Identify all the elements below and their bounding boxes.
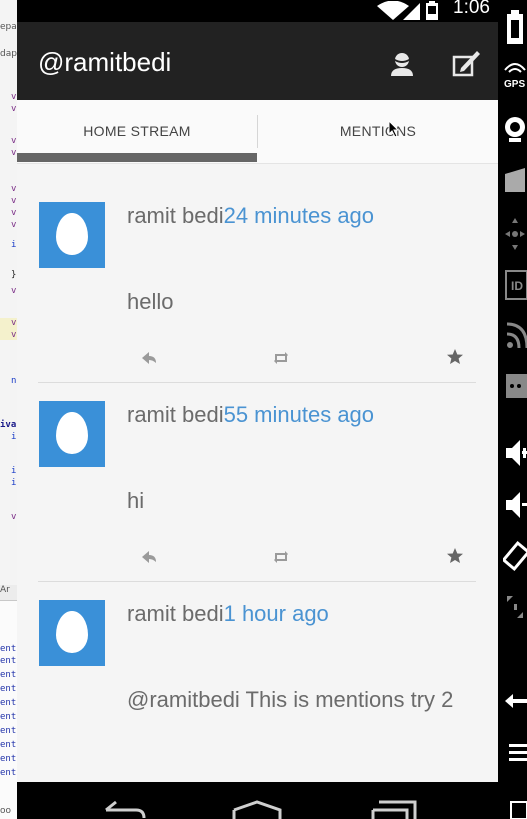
status-time: 1:06	[453, 0, 490, 18]
page-title: @ramitbedi	[38, 47, 172, 77]
ide-fragment: ent	[0, 698, 17, 708]
battery-icon	[426, 1, 438, 20]
recents-nav-icon[interactable]	[371, 798, 417, 819]
ide-fragment: v	[11, 220, 17, 230]
tweet-author: ramit bedi	[127, 203, 224, 228]
tweet-text: @ramitbedi This is mentions try 2	[127, 687, 454, 712]
action-bar: @ramitbedi	[17, 22, 498, 100]
egg-icon	[56, 213, 88, 255]
tweet-text: hello	[127, 289, 174, 314]
ide-fragment: v	[11, 286, 17, 296]
tab-indicator	[17, 153, 257, 162]
ide-fragment: v	[11, 512, 17, 522]
mouse-cursor-icon	[388, 120, 400, 138]
zoom-icon[interactable]	[503, 592, 527, 622]
tweet-author: ramit bedi	[127, 601, 224, 626]
ide-fragment: v	[11, 104, 17, 114]
camera-icon[interactable]	[503, 114, 527, 144]
retweet-icon[interactable]	[272, 349, 290, 367]
favorite-icon[interactable]	[446, 348, 464, 366]
reply-icon[interactable]	[140, 548, 158, 566]
ide-fragment: iva	[0, 420, 17, 430]
avatar[interactable]	[39, 401, 105, 467]
ide-fragment: i	[11, 240, 17, 250]
retweet-icon[interactable]	[272, 548, 290, 566]
ide-fragment: ent	[0, 726, 17, 736]
home-nav-icon[interactable]	[232, 798, 282, 819]
tweet-time: 24 minutes ago	[223, 203, 375, 228]
ide-fragment: ent	[0, 684, 17, 694]
reply-icon[interactable]	[140, 349, 158, 367]
network-icon[interactable]	[503, 320, 527, 360]
signal-icon	[403, 3, 420, 20]
gps-icon[interactable]: GPS	[503, 62, 527, 90]
ide-fragment: n	[11, 376, 17, 386]
tweet-header: ramit bedi24 minutes ago	[127, 203, 374, 229]
rotate-icon[interactable]	[503, 540, 527, 574]
ide-fragment: v	[11, 208, 17, 218]
svg-text:ID: ID	[511, 279, 523, 293]
egg-icon	[56, 412, 88, 454]
ide-fragment: Ar	[0, 585, 10, 595]
ide-fragment: v	[11, 330, 17, 340]
ide-fragment: epa	[0, 22, 17, 32]
app-screen: @ramitbedi HOME STREAM MENTIONS ramit be…	[17, 22, 498, 782]
ide-fragment: dap	[0, 49, 17, 59]
tweet-header: ramit bedi55 minutes ago	[127, 402, 374, 428]
compose-icon[interactable]	[451, 48, 481, 78]
avatar[interactable]	[39, 202, 105, 268]
ide-fragment: v	[11, 136, 17, 146]
divider	[38, 581, 476, 582]
tab-mentions[interactable]: MENTIONS	[258, 100, 498, 163]
ide-fragment: ent	[0, 670, 17, 680]
home-hw-icon[interactable]	[503, 794, 527, 819]
battery-side-icon[interactable]	[503, 10, 527, 46]
ide-fragment: v	[11, 196, 17, 206]
svg-text:GPS: GPS	[504, 79, 525, 90]
back-nav-icon[interactable]	[98, 798, 148, 819]
avatar[interactable]	[39, 600, 105, 666]
menu-hw-icon[interactable]	[503, 738, 527, 768]
ide-fragment: v	[11, 184, 17, 194]
favorite-icon[interactable]	[446, 547, 464, 565]
dpad-icon[interactable]	[503, 216, 527, 252]
back-hw-icon[interactable]	[503, 686, 527, 716]
ide-fragment: i	[11, 478, 17, 488]
ide-fragment: ent	[0, 712, 17, 722]
status-bar: 1:06	[17, 0, 527, 22]
ide-fragment: ent	[0, 644, 17, 654]
id-icon[interactable]: ID	[503, 270, 527, 300]
ide-fragment: i	[11, 432, 17, 442]
ide-fragment: v	[11, 318, 17, 328]
sms-icon[interactable]	[503, 372, 527, 402]
ide-fragment: oo	[0, 806, 12, 816]
volume-up-icon[interactable]	[503, 436, 527, 470]
ide-fragment: i	[11, 466, 17, 476]
ide-fragment: ent	[0, 656, 17, 666]
egg-icon	[56, 611, 88, 653]
tweet-author: ramit bedi	[127, 402, 224, 427]
tweet-text: hi	[127, 488, 145, 513]
ide-fragment: v	[11, 92, 17, 102]
ide-fragment: ent	[0, 740, 17, 750]
ide-fragment: ent	[0, 768, 17, 778]
ide-fragment: ent	[0, 754, 17, 764]
ide-fragment: }	[11, 270, 17, 280]
ide-bottom-panel	[0, 600, 17, 819]
video-icon[interactable]	[503, 166, 527, 194]
tweet-time: 1 hour ago	[223, 601, 329, 626]
divider	[38, 382, 476, 383]
ide-fragment: v	[11, 148, 17, 158]
ide-background: epa dap v v v v v v v v i } v v v n iva …	[0, 0, 17, 819]
profile-icon[interactable]	[388, 50, 416, 78]
tweet-header: ramit bedi1 hour ago	[127, 601, 329, 627]
volume-down-icon[interactable]	[503, 488, 527, 522]
tweet-time: 55 minutes ago	[223, 402, 375, 427]
